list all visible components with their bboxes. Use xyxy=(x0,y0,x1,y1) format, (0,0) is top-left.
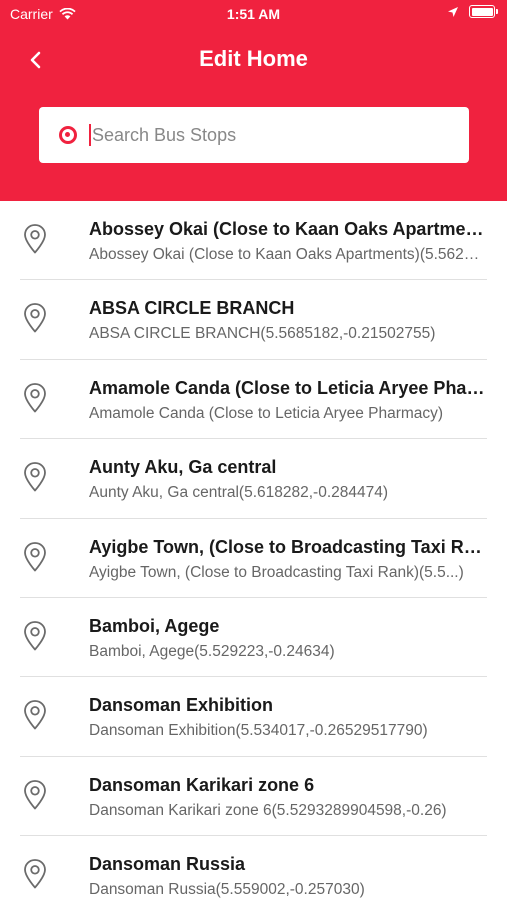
bus-stop-text: ABSA CIRCLE BRANCH ABSA CIRCLE BRANCH(5.… xyxy=(89,298,485,343)
bus-stop-name: Dansoman Exhibition xyxy=(89,695,274,716)
bus-stop-row[interactable]: Abossey Okai (Close to Kaan Oaks Apartme… xyxy=(0,201,507,281)
bus-stop-detail: Dansoman Karikari zone 6(5.5293289904598… xyxy=(89,801,447,819)
status-time: 1:51 AM xyxy=(226,6,281,22)
bus-stop-name: Bamboi, Agege xyxy=(89,615,220,636)
status-right xyxy=(447,5,498,18)
map-pin-icon xyxy=(24,303,46,333)
bus-stop-name: Amamole Canda (Close to Leticia Aryee Ph… xyxy=(89,377,485,398)
map-pin-icon xyxy=(24,224,46,254)
map-pin-icon xyxy=(24,621,46,651)
bus-stop-detail: Dansoman Exhibition(5.534017,-0.26529517… xyxy=(89,722,428,740)
bus-stop-row[interactable]: Amamole Canda (Close to Leticia Aryee Ph… xyxy=(0,360,507,440)
map-pin-icon xyxy=(24,859,46,889)
bus-stop-list: Abossey Okai (Close to Kaan Oaks Apartme… xyxy=(0,201,507,900)
bus-stop-text: Abossey Okai (Close to Kaan Oaks Apartme… xyxy=(89,219,485,264)
bus-stop-text: Dansoman Karikari zone 6 Dansoman Karika… xyxy=(89,775,485,820)
bus-stop-text: Amamole Canda (Close to Leticia Aryee Ph… xyxy=(89,378,485,423)
map-pin-icon xyxy=(24,382,46,413)
bus-stop-text: Dansoman Russia Dansoman Russia(5.559002… xyxy=(89,854,485,899)
map-pin-icon xyxy=(24,541,46,571)
app-header: Carrier 1:51 AM Edit Home xyxy=(0,0,507,201)
bus-stop-name: Dansoman Russia xyxy=(89,854,246,875)
bus-stop-row[interactable]: Bamboi, Agege Bamboi, Agege(5.529223,-0.… xyxy=(0,598,507,678)
status-bar: Carrier 1:51 AM xyxy=(0,0,507,28)
bus-stop-name: Dansoman Karikari zone 6 xyxy=(89,774,315,795)
bus-stop-row[interactable]: Ayigbe Town, (Close to Broadcasting Taxi… xyxy=(0,519,507,598)
bus-stop-detail: Bamboi, Agege(5.529223,-0.24634) xyxy=(89,642,335,660)
bus-stop-row[interactable]: Dansoman Karikari zone 6 Dansoman Karika… xyxy=(0,757,507,837)
bus-stop-detail: ABSA CIRCLE BRANCH(5.5685182,-0.21502755… xyxy=(89,325,436,343)
bus-stop-name: Abossey Okai (Close to Kaan Oaks Apartme… xyxy=(89,219,485,239)
bus-stop-detail: Abossey Okai (Close to Kaan Oaks Apartme… xyxy=(89,246,485,263)
map-pin-icon xyxy=(24,779,46,810)
bus-stop-text: Dansoman Exhibition Dansoman Exhibition(… xyxy=(89,695,485,740)
search-input[interactable] xyxy=(92,124,422,146)
bus-stop-text: Ayigbe Town, (Close to Broadcasting Taxi… xyxy=(89,537,485,582)
bus-stop-row[interactable]: Aunty Aku, Ga central Aunty Aku, Ga cent… xyxy=(0,439,507,519)
bus-stop-detail: Amamole Canda (Close to Leticia Aryee Ph… xyxy=(89,404,444,422)
location-arrow-icon xyxy=(448,6,458,17)
bus-stop-row[interactable]: Dansoman Exhibition Dansoman Exhibition(… xyxy=(0,677,507,757)
search-bar[interactable] xyxy=(39,107,469,163)
map-pin-icon xyxy=(24,462,46,492)
bus-stop-row[interactable]: ABSA CIRCLE BRANCH ABSA CIRCLE BRANCH(5.… xyxy=(0,280,507,360)
bus-stop-name: ABSA CIRCLE BRANCH xyxy=(89,298,295,319)
record-dot-icon xyxy=(59,126,77,144)
nav-bar: Edit Home xyxy=(0,40,507,80)
bus-stop-text: Bamboi, Agege Bamboi, Agege(5.529223,-0.… xyxy=(89,616,485,661)
bus-stop-text: Aunty Aku, Ga central Aunty Aku, Ga cent… xyxy=(89,457,485,502)
map-pin-icon xyxy=(24,700,46,730)
text-cursor xyxy=(89,124,91,146)
bus-stop-detail: Ayigbe Town, (Close to Broadcasting Taxi… xyxy=(89,563,464,581)
page-title: Edit Home xyxy=(199,46,308,71)
bus-stop-detail: Aunty Aku, Ga central(5.618282,-0.284474… xyxy=(89,484,389,502)
battery-icon xyxy=(469,5,498,18)
bus-stop-detail: Dansoman Russia(5.559002,-0.257030) xyxy=(89,881,365,899)
bus-stop-name: Aunty Aku, Ga central xyxy=(89,457,277,478)
bus-stop-name: Ayigbe Town, (Close to Broadcasting Taxi… xyxy=(89,536,485,557)
bus-stop-row[interactable]: Dansoman Russia Dansoman Russia(5.559002… xyxy=(0,836,507,900)
